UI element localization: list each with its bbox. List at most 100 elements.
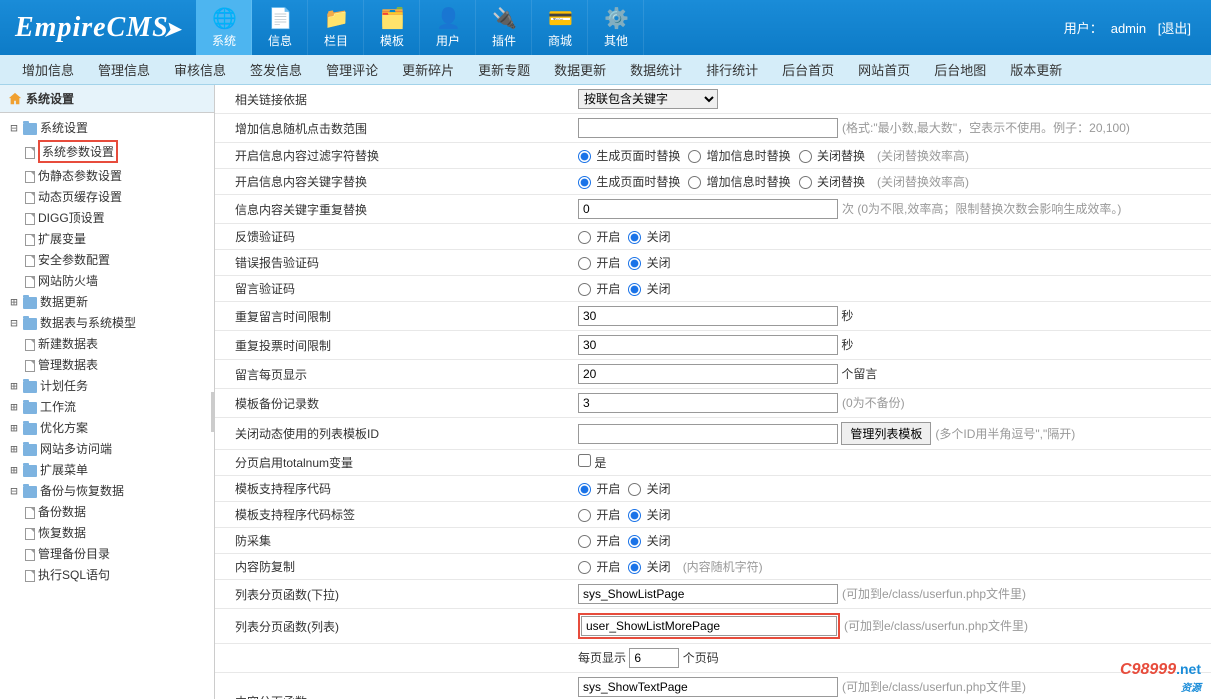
radio-input[interactable] [578, 257, 591, 270]
logout-link[interactable]: [退出] [1158, 21, 1191, 36]
manage-list-tpl-button[interactable]: 管理列表模板 [841, 422, 931, 445]
radio-option[interactable]: 开启 [578, 508, 620, 522]
tree-node[interactable]: 执行SQL语句 [18, 564, 214, 585]
radio-option[interactable]: 开启 [578, 560, 620, 574]
radio-input[interactable] [628, 283, 641, 296]
radio-input[interactable] [688, 150, 701, 163]
subnav-link[interactable]: 后台首页 [770, 60, 846, 79]
subnav-link[interactable]: 后台地图 [922, 60, 998, 79]
radio-option[interactable]: 开启 [578, 256, 620, 270]
vote-repeat-time-input[interactable] [578, 335, 838, 355]
radio-option[interactable]: 开启 [578, 534, 620, 548]
subnav-link[interactable]: 网站首页 [846, 60, 922, 79]
tree-node[interactable]: 备份数据 [18, 501, 214, 522]
radio-option[interactable]: 生成页面时替换 [578, 149, 680, 163]
tree-node[interactable]: ⊞网站多访问端 [0, 438, 214, 459]
radio-input[interactable] [628, 231, 641, 244]
radio-option[interactable]: 关闭替换 [799, 175, 865, 189]
radio-option[interactable]: 关闭 [628, 560, 670, 574]
radio-input[interactable] [628, 509, 641, 522]
radio-input[interactable] [628, 257, 641, 270]
tree-node[interactable]: 安全参数配置 [18, 249, 214, 270]
tree-toggle-icon[interactable]: ⊞ [8, 442, 20, 456]
radio-option[interactable]: 增加信息时替换 [688, 175, 790, 189]
tree-node[interactable]: 网站防火墙 [18, 270, 214, 291]
nav-item-模板[interactable]: 🗂️模板 [364, 0, 420, 55]
subnav-link[interactable]: 更新专题 [466, 60, 542, 79]
list-page-func-input[interactable] [578, 584, 838, 604]
related-link-select[interactable]: 按联包含关键字 [578, 89, 718, 109]
tree-node[interactable]: ⊟系统设置 [0, 117, 214, 138]
subnav-link[interactable]: 签发信息 [238, 60, 314, 79]
radio-input[interactable] [578, 483, 591, 496]
tree-toggle-icon[interactable]: ⊞ [8, 421, 20, 435]
nav-item-商城[interactable]: 💳商城 [532, 0, 588, 55]
radio-option[interactable]: 开启 [578, 230, 620, 244]
subnav-link[interactable]: 审核信息 [162, 60, 238, 79]
tree-node[interactable]: 恢复数据 [18, 522, 214, 543]
subnav-link[interactable]: 版本更新 [998, 60, 1074, 79]
tpl-backup-input[interactable] [578, 393, 838, 413]
radio-input[interactable] [688, 176, 701, 189]
subnav-link[interactable]: 数据统计 [618, 60, 694, 79]
radio-option[interactable]: 关闭 [628, 482, 670, 496]
tree-node[interactable]: 伪静态参数设置 [18, 165, 214, 186]
nav-item-系统[interactable]: 🌐系统 [196, 0, 252, 55]
radio-input[interactable] [628, 483, 641, 496]
radio-input[interactable] [578, 535, 591, 548]
tree-toggle-icon[interactable]: ⊞ [8, 379, 20, 393]
radio-option[interactable]: 关闭 [628, 256, 670, 270]
tree-node[interactable]: ⊞优化方案 [0, 417, 214, 438]
tree-node[interactable]: ⊞扩展菜单 [0, 459, 214, 480]
tree-node[interactable]: ⊞计划任务 [0, 375, 214, 396]
close-list-tpl-input[interactable] [578, 424, 838, 444]
divider-handle[interactable] [211, 392, 215, 432]
radio-input[interactable] [799, 176, 812, 189]
radio-input[interactable] [628, 535, 641, 548]
subnav-link[interactable]: 排行统计 [694, 60, 770, 79]
subnav-link[interactable]: 更新碎片 [390, 60, 466, 79]
radio-option[interactable]: 关闭 [628, 534, 670, 548]
radio-option[interactable]: 生成页面时替换 [578, 175, 680, 189]
tree-node[interactable]: ⊟数据表与系统模型 [0, 312, 214, 333]
radio-input[interactable] [799, 150, 812, 163]
subnav-link[interactable]: 管理评论 [314, 60, 390, 79]
tree-toggle-icon[interactable]: ⊟ [8, 316, 20, 330]
tree-node[interactable]: 扩展变量 [18, 228, 214, 249]
radio-input[interactable] [578, 509, 591, 522]
tree-node[interactable]: DIGG顶设置 [18, 207, 214, 228]
random-click-input[interactable] [578, 118, 838, 138]
nav-item-栏目[interactable]: 📁栏目 [308, 0, 364, 55]
radio-input[interactable] [578, 283, 591, 296]
list-page-more-func-input[interactable] [581, 616, 837, 636]
radio-input[interactable] [578, 150, 591, 163]
radio-option[interactable]: 增加信息时替换 [688, 149, 790, 163]
tree-toggle-icon[interactable]: ⊞ [8, 463, 20, 477]
totalnum-checkbox[interactable] [578, 454, 591, 467]
tree-toggle-icon[interactable]: ⊟ [8, 484, 20, 498]
tree-node[interactable]: 管理数据表 [18, 354, 214, 375]
msg-repeat-time-input[interactable] [578, 306, 838, 326]
radio-option[interactable]: 关闭 [628, 230, 670, 244]
radio-option[interactable]: 关闭替换 [799, 149, 865, 163]
subnav-link[interactable]: 数据更新 [542, 60, 618, 79]
tree-toggle-icon[interactable]: ⊞ [8, 400, 20, 414]
tree-node[interactable]: 新建数据表 [18, 333, 214, 354]
perpage-input[interactable] [629, 648, 679, 668]
nav-item-其他[interactable]: ⚙️其他 [588, 0, 644, 55]
tree-node[interactable]: 系统参数设置 [18, 138, 214, 165]
nav-item-用户[interactable]: 👤用户 [420, 0, 476, 55]
radio-option[interactable]: 关闭 [628, 282, 670, 296]
tree-toggle-icon[interactable]: ⊟ [8, 121, 20, 135]
tree-node[interactable]: ⊟备份与恢复数据 [0, 480, 214, 501]
keyword-repeat-input[interactable] [578, 199, 838, 219]
radio-input[interactable] [578, 176, 591, 189]
text-page-func-input[interactable] [578, 677, 838, 697]
nav-item-信息[interactable]: 📄信息 [252, 0, 308, 55]
radio-input[interactable] [578, 561, 591, 574]
tree-node[interactable]: ⊞数据更新 [0, 291, 214, 312]
radio-option[interactable]: 开启 [578, 482, 620, 496]
nav-item-插件[interactable]: 🔌插件 [476, 0, 532, 55]
radio-option[interactable]: 关闭 [628, 508, 670, 522]
radio-option[interactable]: 开启 [578, 282, 620, 296]
